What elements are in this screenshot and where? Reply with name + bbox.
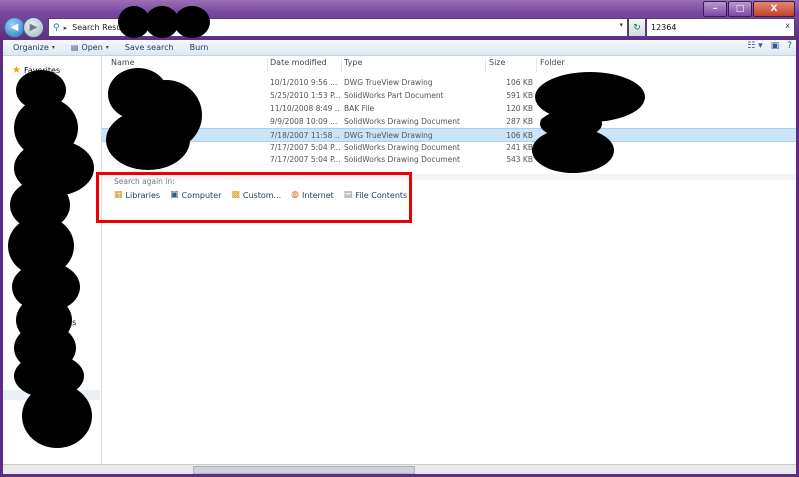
cell-size: 120 KB (506, 103, 533, 113)
file-row[interactable]: 9/9/2008 10:09 ... SolidWorks Drawing Doc… (102, 115, 796, 127)
save-search-button[interactable]: Save search (125, 43, 174, 52)
annotation-highlight-box (96, 172, 412, 223)
file-row[interactable]: 10/1/2010 9:56 ... DWG TrueView Drawing 10… (102, 76, 796, 88)
column-divider[interactable] (341, 58, 342, 72)
toolbar-right-controls: ☷ ▾ ▣ ? (747, 41, 792, 51)
view-options-icon[interactable]: ☷ ▾ (747, 41, 762, 51)
cell-date: 7/18/2007 11:58 ... (270, 130, 340, 140)
cell-date: 9/9/2008 10:09 ... (270, 116, 338, 126)
column-divider[interactable] (536, 58, 537, 72)
back-button[interactable]: ◀ (4, 17, 25, 38)
cell-date: 10/1/2010 9:56 ... (270, 78, 338, 87)
cell-size: 543 KB (506, 155, 533, 165)
cell-type: BAK File (344, 103, 375, 113)
file-row[interactable]: 7/18/2007 11:58 ... DWG TrueView Drawing 1… (102, 127, 796, 142)
cell-type: SolidWorks Drawing Document (344, 116, 460, 126)
address-dropdown-icon[interactable]: ▾ (619, 21, 623, 29)
refresh-button[interactable]: ↻ (628, 18, 646, 37)
search-folder-icon: ⚲ (53, 22, 60, 33)
cell-type: DWG TrueView Drawing (344, 130, 433, 140)
cell-size: 241 KB (506, 142, 533, 152)
cell-type: DWG TrueView Drawing (344, 78, 433, 87)
burn-button[interactable]: Burn (190, 43, 209, 52)
file-row[interactable]: 11/10/2008 8:49 ... BAK File 120 KB (102, 102, 796, 114)
column-header-type[interactable]: Type (344, 58, 362, 67)
search-box[interactable]: 12364 x (646, 18, 795, 37)
open-file-icon: ▤ (70, 43, 79, 52)
redaction-mark (22, 384, 92, 448)
cell-type: SolidWorks Part Document (344, 90, 444, 100)
cell-size: 287 KB (506, 116, 533, 126)
command-toolbar: Organize ▾ ▤ Open ▾ Save search Burn ☷ ▾… (3, 40, 796, 56)
cell-type: SolidWorks Drawing Document (344, 155, 460, 165)
refresh-icon: ↻ (633, 22, 641, 33)
preview-pane-icon[interactable]: ▣ (771, 41, 780, 51)
file-row[interactable]: 7/17/2007 5:04 P... SolidWorks Drawing Do… (102, 141, 796, 153)
minimize-button[interactable]: – (703, 1, 727, 17)
column-header-folder[interactable]: Folder (540, 58, 565, 67)
maximize-button[interactable]: □ (728, 1, 752, 17)
save-search-label: Save search (124, 43, 174, 52)
chevron-down-icon: ▾ (51, 44, 55, 51)
cell-date: 11/10/2008 8:49 ... (270, 103, 340, 113)
cell-size: 591 KB (506, 90, 533, 100)
organize-label: Organize (13, 43, 49, 52)
column-header-size[interactable]: Size (489, 58, 505, 67)
close-button[interactable]: X (753, 1, 795, 17)
arrow-right-icon: ▶ (29, 22, 38, 33)
cell-type: SolidWorks Drawing Document (344, 142, 460, 152)
scrollbar-thumb[interactable] (193, 466, 415, 474)
cell-size: 106 KB (506, 78, 533, 87)
cell-date: 7/17/2007 5:04 P... (270, 142, 340, 152)
file-list-pane: Name Date modified Type Size Folder 10/1… (102, 56, 796, 466)
forward-button[interactable]: ▶ (23, 17, 44, 38)
breadcrumb-chevron-icon[interactable]: ▸ (64, 24, 68, 32)
redaction-mark (532, 128, 614, 173)
breadcrumb-path[interactable]: Search Resu (72, 23, 121, 32)
clear-search-icon[interactable]: x (785, 21, 790, 30)
organize-button[interactable]: Organize ▾ (13, 43, 55, 52)
file-row[interactable]: 7/17/2007 5:04 P... SolidWorks Drawing Do… (102, 153, 796, 165)
open-button[interactable]: ▤ Open ▾ (71, 43, 109, 52)
cell-date: 7/17/2007 5:04 P... (270, 155, 340, 165)
star-icon: ★ (12, 65, 21, 76)
redaction-mark (174, 6, 210, 38)
column-header-name[interactable]: Name (111, 58, 135, 67)
arrow-left-icon: ◀ (10, 22, 19, 33)
window-controls: – □ X (703, 1, 795, 17)
file-row[interactable]: 5/25/2010 1:53 P... SolidWorks Part Docum… (102, 89, 796, 101)
cell-size: 106 KB (506, 130, 533, 140)
column-divider[interactable] (485, 58, 486, 72)
column-header-date[interactable]: Date modified (270, 58, 327, 67)
column-divider[interactable] (267, 58, 268, 72)
cell-date: 5/25/2010 1:53 P... (270, 90, 340, 100)
chevron-down-icon: ▾ (105, 44, 109, 51)
search-input[interactable]: 12364 (651, 23, 676, 32)
burn-label: Burn (189, 43, 209, 52)
help-icon[interactable]: ? (787, 41, 792, 51)
open-label: Open (81, 43, 103, 52)
horizontal-scrollbar[interactable] (3, 464, 796, 474)
redaction-mark (106, 110, 190, 170)
